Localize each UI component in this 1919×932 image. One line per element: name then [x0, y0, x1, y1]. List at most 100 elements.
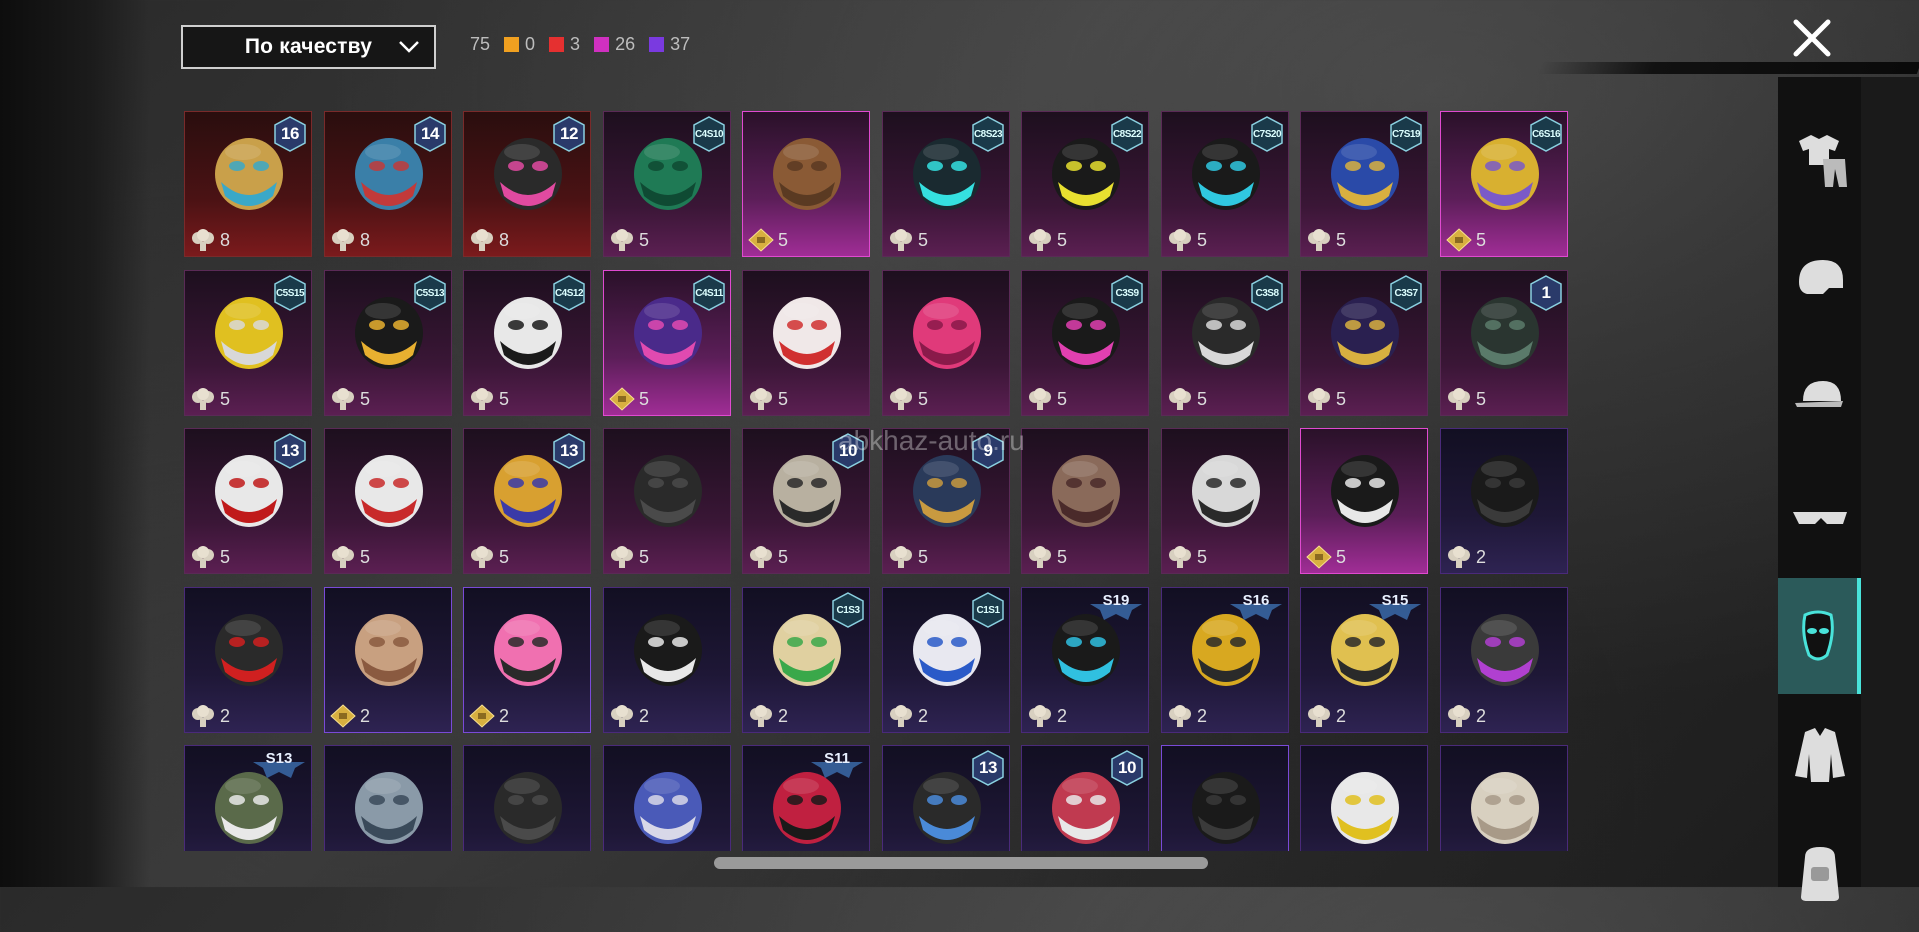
item-price: 5: [1167, 228, 1207, 252]
item-card-blue-skull-mask[interactable]: [603, 745, 731, 851]
item-card-purple-pink-mask[interactable]: C4S11 5: [603, 270, 731, 416]
horizontal-scrollbar[interactable]: [714, 857, 1208, 869]
item-card-black-yellow-mask[interactable]: C8S22 5: [1021, 111, 1149, 257]
category-tab-mask[interactable]: [1778, 578, 1861, 694]
item-card-graffiti-mask[interactable]: C5S13 5: [324, 270, 452, 416]
bp-coin-icon: [1029, 546, 1051, 568]
item-card-yellow-gas-mask[interactable]: C6S16 5: [1440, 111, 1568, 257]
season-wing-badge-label: S15: [1381, 592, 1409, 609]
item-card-green-cactus-mask[interactable]: C1S3 2: [742, 587, 870, 733]
item-card-black-gas-mask[interactable]: 5: [603, 428, 731, 574]
season-badge: 13: [971, 750, 1005, 786]
bp-coin-icon: [471, 388, 493, 410]
item-card-green-face-mask[interactable]: C4S10 5: [603, 111, 731, 257]
item-price-value: 5: [918, 388, 929, 409]
season-badge-label: C4S10: [694, 128, 724, 140]
item-card-blue-white-mask[interactable]: C1S1 2: [882, 587, 1010, 733]
jacket-icon: [1794, 728, 1845, 782]
season-badge: 12: [552, 116, 586, 152]
category-tab-outfit[interactable]: [1778, 102, 1861, 218]
item-price-value: 5: [499, 546, 510, 567]
item-price: 5: [888, 545, 928, 569]
item-card-gold-chain-mask[interactable]: C3S7 5: [1300, 270, 1428, 416]
item-card-black-respirator[interactable]: 13: [882, 745, 1010, 851]
item-card-skull-bandana[interactable]: 5: [1300, 428, 1428, 574]
close-icon[interactable]: [1788, 14, 1836, 62]
item-price: 2: [330, 704, 370, 728]
season-badge: C1S1: [971, 592, 1005, 628]
item-card-brown-bandana[interactable]: 5: [742, 111, 870, 257]
item-card-cyan-neon-mask[interactable]: C8S23 5: [882, 111, 1010, 257]
category-tab-hat[interactable]: [1778, 340, 1861, 456]
item-card-white-hood-mask[interactable]: 5: [1161, 428, 1289, 574]
category-tab-jacket[interactable]: [1778, 697, 1861, 813]
item-card-silver-helmet[interactable]: [324, 745, 452, 851]
silver-helmet-icon: [355, 772, 423, 844]
bp-coin-icon: [1169, 705, 1191, 727]
item-card-black-neck-gaiter[interactable]: [463, 745, 591, 851]
white-hood-mask-icon: [1192, 455, 1260, 527]
item-price-value: 5: [499, 388, 510, 409]
item-card-mammoth-mask[interactable]: 2: [324, 587, 452, 733]
season-badge-label: C7S19: [1391, 128, 1421, 140]
sort-dropdown[interactable]: По качеству: [181, 25, 436, 69]
item-price-value: 5: [1197, 546, 1208, 567]
item-card-black-cyan-mask[interactable]: C7S20 5: [1161, 111, 1289, 257]
season-badge-label: C3S8: [1255, 287, 1279, 299]
item-card-pink-visor[interactable]: 5: [882, 270, 1010, 416]
item-card-yellow-stripe-helmet[interactable]: [1300, 745, 1428, 851]
season-badge-label: 12: [560, 124, 578, 143]
item-card-gold-spike-mask[interactable]: S16 2: [1161, 587, 1289, 733]
item-card-white-red-mask[interactable]: 13 5: [184, 428, 312, 574]
item-card-black-pink-mask[interactable]: 12 8: [463, 111, 591, 257]
item-card-gold-respirator[interactable]: 13 5: [463, 428, 591, 574]
item-card-red-mouth-mask[interactable]: S11: [742, 745, 870, 851]
item-card-mummy-mask[interactable]: [1440, 745, 1568, 851]
item-price-value: 5: [1197, 229, 1208, 250]
item-price: 5: [330, 545, 370, 569]
item-card-cyan-visor-mask[interactable]: S19 2: [1021, 587, 1149, 733]
category-tab-helmet[interactable]: [1778, 221, 1861, 337]
item-card-kitsune-mask[interactable]: 5: [742, 270, 870, 416]
item-price-value: 5: [1057, 388, 1068, 409]
item-card-dark-skull-helmet[interactable]: 15: [1440, 270, 1568, 416]
item-card-blue-gold-mask[interactable]: C7S19 5: [1300, 111, 1428, 257]
item-card-purple-helmet[interactable]: 2: [1440, 587, 1568, 733]
item-card-blue-robot-mask[interactable]: 14 8: [324, 111, 452, 257]
season-wing-badge-label: S11: [824, 750, 850, 767]
item-card-pink-dino-mask[interactable]: 2: [463, 587, 591, 733]
category-tab-backpack[interactable]: [1778, 816, 1861, 932]
item-card-yellow-respirator[interactable]: C5S15 5: [184, 270, 312, 416]
item-card-black-white-respirator[interactable]: C3S8 5: [1161, 270, 1289, 416]
item-price-value: 5: [639, 229, 650, 250]
mammoth-mask-icon: [355, 614, 423, 686]
item-price: 5: [330, 387, 370, 411]
item-price: 5: [1306, 387, 1346, 411]
item-price-value: 2: [1197, 705, 1208, 726]
item-price: 5: [748, 545, 788, 569]
item-card-gold-skull-mask[interactable]: S15 2: [1300, 587, 1428, 733]
item-card-red-teeth-mask[interactable]: 10: [1021, 745, 1149, 851]
item-card-plague-doctor-mask[interactable]: 5: [1021, 428, 1149, 574]
item-price: 5: [748, 387, 788, 411]
category-tab-glasses[interactable]: [1778, 459, 1861, 575]
item-card-goggle-helmet[interactable]: S13: [184, 745, 312, 851]
season-badge-label: C4S11: [695, 287, 723, 299]
bp-coin-icon: [890, 705, 912, 727]
item-card-black-pink-respirator[interactable]: C3S9 5: [1021, 270, 1149, 416]
bp-coin-icon: [1169, 229, 1191, 251]
item-card-white-teeth-mask[interactable]: C4S12 5: [463, 270, 591, 416]
item-card-black-cloth-mask[interactable]: 2: [1440, 428, 1568, 574]
topbar-divider: [1537, 62, 1919, 74]
item-price-value: 5: [1336, 229, 1347, 250]
item-card-red-eye-visor[interactable]: 2: [184, 587, 312, 733]
swatch-pink: [594, 37, 610, 52]
bp-coin-icon: [192, 229, 214, 251]
count-purple-value: 37: [670, 34, 691, 54]
item-card-white-red-mouth-mask[interactable]: 5: [324, 428, 452, 574]
black-gas-mask-icon: [634, 455, 702, 527]
swatch-red: [549, 37, 565, 52]
item-card-black-smile-mask[interactable]: 2: [603, 587, 731, 733]
item-card-ninja-hood[interactable]: [1161, 745, 1289, 851]
item-card-gold-blue-helmet-mask[interactable]: 16 8: [184, 111, 312, 257]
